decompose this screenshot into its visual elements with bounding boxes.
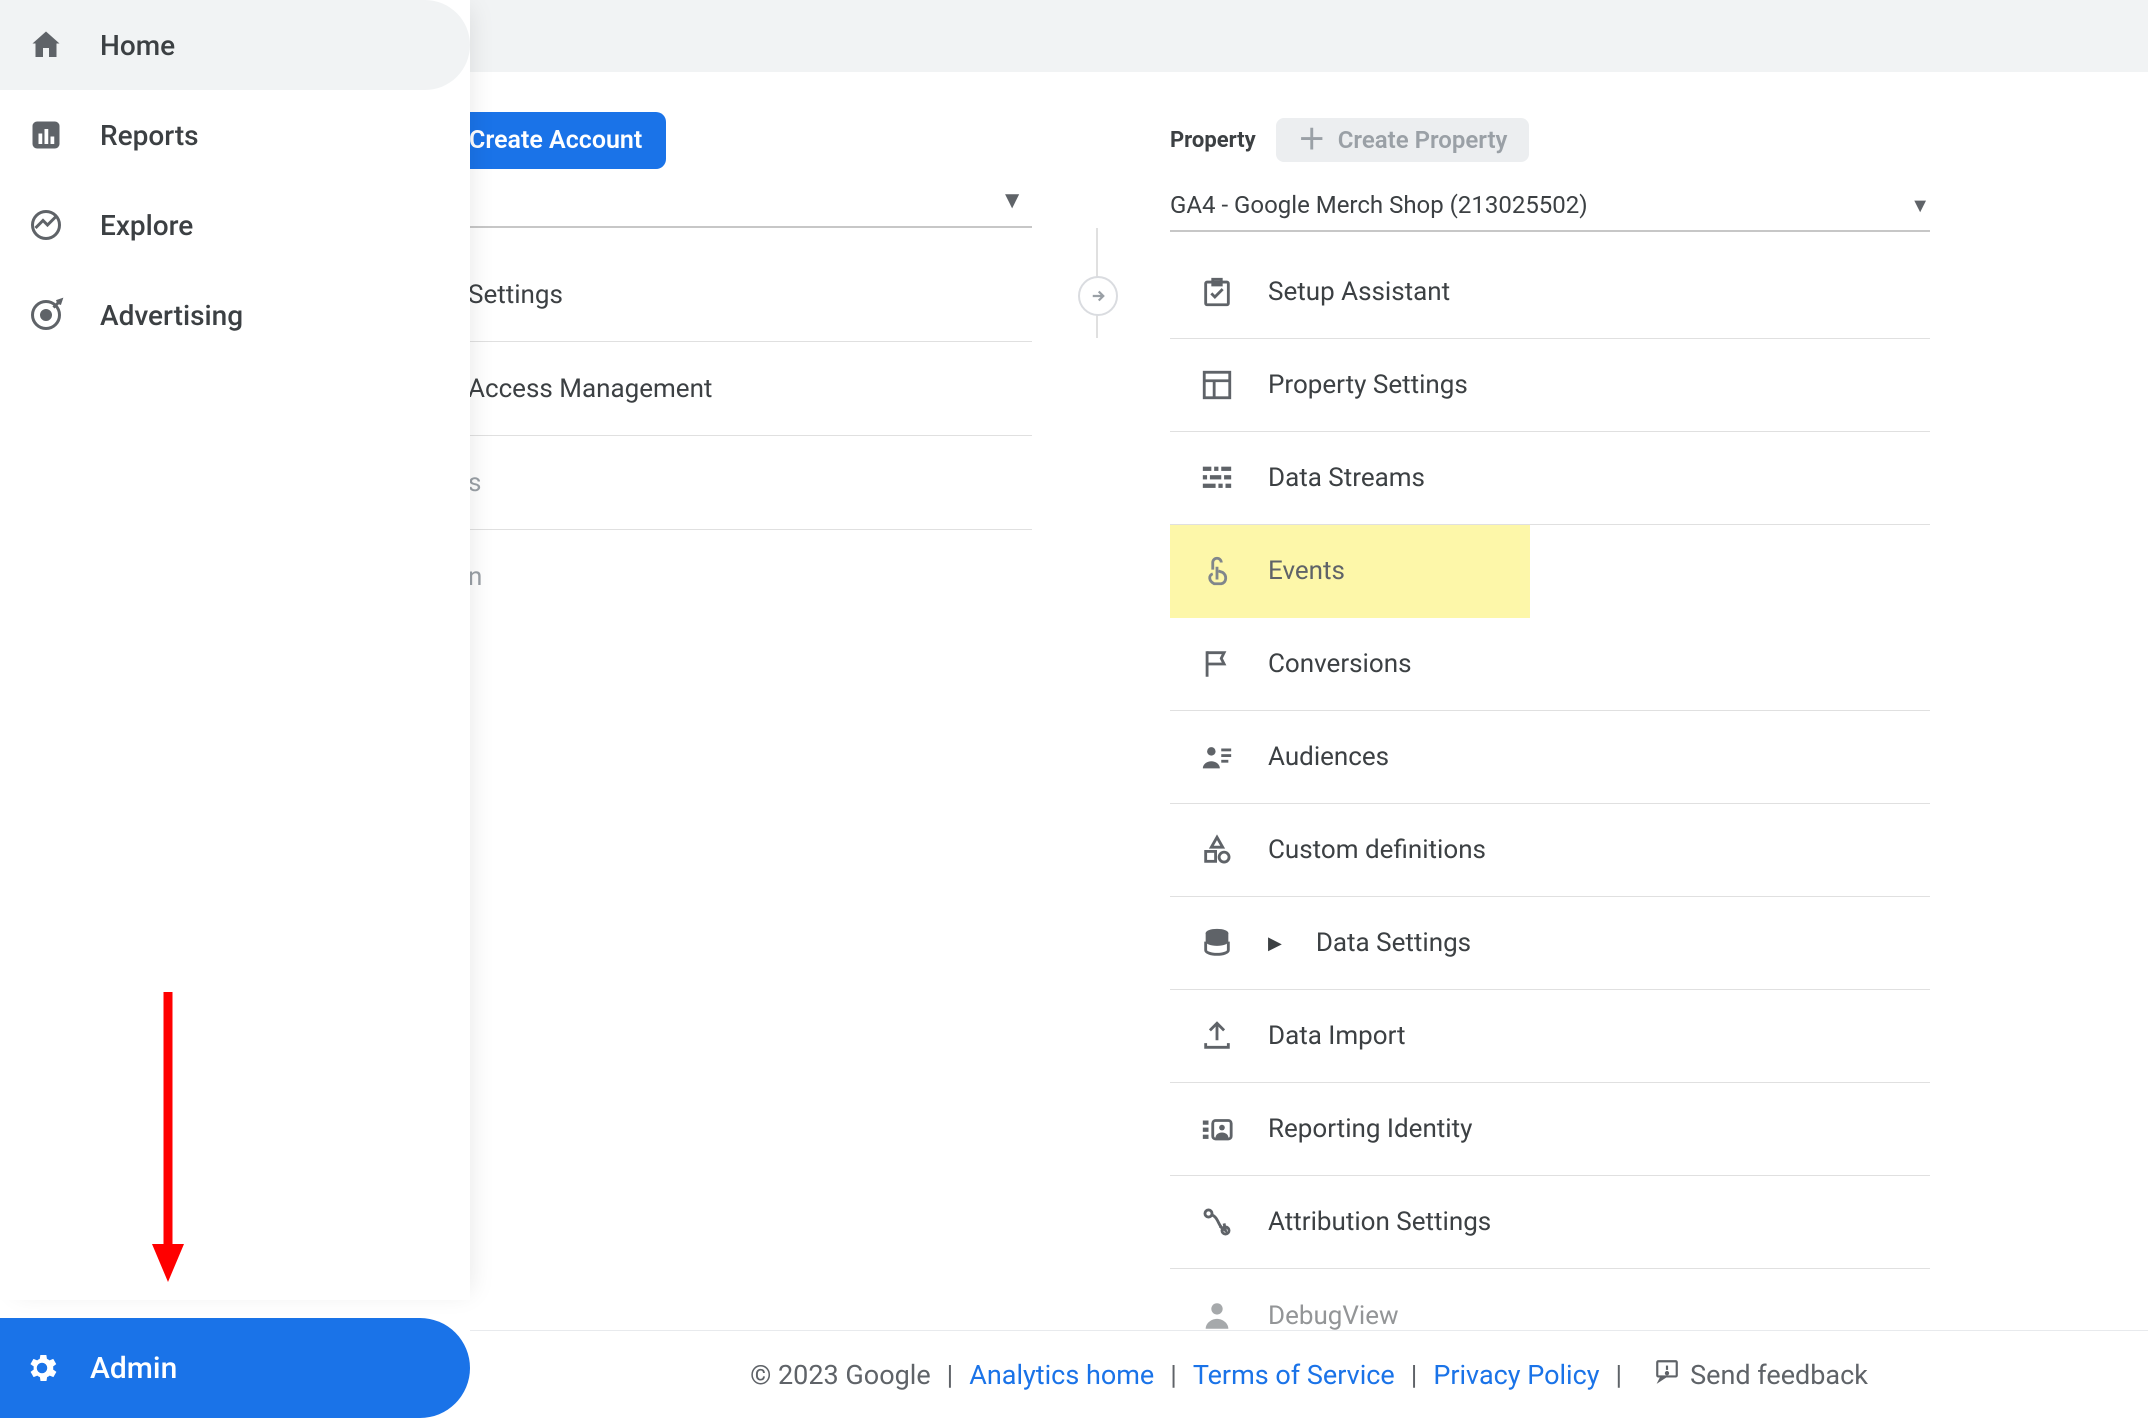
send-feedback-button[interactable]: Send feedback	[1654, 1358, 1868, 1391]
flag-icon	[1200, 647, 1234, 681]
nav-label: Advertising	[100, 299, 243, 332]
layout-icon	[1200, 368, 1234, 402]
footer-link-analytics-home[interactable]: Analytics home	[969, 1359, 1154, 1391]
left-nav-panel: Home Reports Explore Advertising	[0, 0, 470, 1300]
home-icon	[28, 27, 64, 63]
separator: |	[1164, 1359, 1183, 1391]
property-item-label: Data Import	[1268, 1021, 1406, 1051]
expand-column-button[interactable]	[1078, 276, 1118, 316]
footer: © 2023 Google | Analytics home | Terms o…	[470, 1330, 2148, 1418]
attribution-icon	[1200, 1205, 1234, 1239]
property-item-label: Setup Assistant	[1268, 277, 1450, 307]
property-menu: Setup Assistant Property Settings Data S…	[1170, 246, 1930, 1362]
property-item-label: Data Settings	[1316, 928, 1471, 958]
property-item-label: DebugView	[1268, 1301, 1399, 1331]
property-item-audiences[interactable]: Audiences	[1170, 711, 1930, 804]
nav-label: Admin	[90, 1351, 177, 1386]
create-account-button[interactable]: Create Account	[445, 112, 666, 169]
upload-icon	[1200, 1019, 1234, 1053]
property-item-data-settings[interactable]: ▶ Data Settings	[1170, 897, 1930, 990]
nav-item-home[interactable]: Home	[0, 0, 470, 90]
property-header-label: Property	[1170, 128, 1256, 153]
property-item-custom-definitions[interactable]: Custom definitions	[1170, 804, 1930, 897]
gear-icon	[24, 1350, 60, 1386]
audiences-icon	[1200, 740, 1234, 774]
person-icon	[1200, 1299, 1234, 1333]
shapes-icon	[1200, 833, 1234, 867]
property-item-label: Custom definitions	[1268, 835, 1486, 865]
touch-icon	[1200, 554, 1234, 588]
chevron-down-icon: ▼	[1000, 186, 1024, 215]
property-item-label: Data Streams	[1268, 463, 1425, 493]
property-item-events[interactable]: Events	[1170, 525, 1530, 618]
property-item-label: Events	[1268, 556, 1345, 586]
nav-label: Home	[100, 29, 175, 62]
separator: |	[1405, 1359, 1424, 1391]
property-header: Property ＋ Create Property	[1170, 112, 1930, 168]
nav-item-explore[interactable]: Explore	[0, 180, 470, 270]
property-column: Property ＋ Create Property GA4 - Google …	[1170, 112, 1930, 1362]
property-item-attribution-settings[interactable]: Attribution Settings	[1170, 1176, 1930, 1269]
caret-right-icon: ▶	[1268, 933, 1282, 954]
create-property-button[interactable]: ＋ Create Property	[1276, 118, 1530, 162]
top-bar	[470, 0, 2148, 72]
property-item-label: Reporting Identity	[1268, 1114, 1472, 1144]
property-select[interactable]: GA4 - Google Merch Shop (213025502) ▼	[1170, 180, 1930, 232]
property-item-label: Property Settings	[1268, 370, 1468, 400]
property-item-label: Conversions	[1268, 649, 1411, 679]
property-item-setup-assistant[interactable]: Setup Assistant	[1170, 246, 1930, 339]
property-selected-value: GA4 - Google Merch Shop (213025502)	[1170, 191, 1588, 219]
chevron-down-icon: ▼	[1910, 193, 1930, 218]
separator: |	[941, 1359, 960, 1391]
identity-icon	[1200, 1112, 1234, 1146]
property-item-reporting-identity[interactable]: Reporting Identity	[1170, 1083, 1930, 1176]
send-feedback-label: Send feedback	[1690, 1359, 1868, 1391]
separator: |	[1610, 1359, 1629, 1391]
property-item-data-streams[interactable]: Data Streams	[1170, 432, 1930, 525]
property-item-label: Audiences	[1268, 742, 1389, 772]
property-item-property-settings[interactable]: Property Settings	[1170, 339, 1930, 432]
nav-item-reports[interactable]: Reports	[0, 90, 470, 180]
footer-link-tos[interactable]: Terms of Service	[1193, 1359, 1395, 1391]
plus-icon: ＋	[1298, 126, 1326, 154]
footer-link-privacy[interactable]: Privacy Policy	[1433, 1359, 1599, 1391]
create-property-label: Create Property	[1338, 126, 1508, 154]
property-item-conversions[interactable]: Conversions	[1170, 618, 1930, 711]
nav-label: Reports	[100, 119, 199, 152]
explore-icon	[28, 207, 64, 243]
property-item-label: Attribution Settings	[1268, 1207, 1491, 1237]
database-icon	[1200, 926, 1234, 960]
advertising-icon	[28, 297, 64, 333]
create-account-label: Create Account	[469, 126, 642, 155]
nav-item-advertising[interactable]: Advertising	[0, 270, 470, 360]
feedback-icon	[1654, 1358, 1680, 1391]
nav-item-admin[interactable]: Admin	[0, 1318, 470, 1418]
property-item-data-import[interactable]: Data Import	[1170, 990, 1930, 1083]
reports-icon	[28, 117, 64, 153]
footer-copyright: © 2023 Google	[750, 1359, 931, 1391]
nav-label: Explore	[100, 209, 193, 242]
checklist-icon	[1200, 275, 1234, 309]
data-streams-icon	[1200, 461, 1234, 495]
